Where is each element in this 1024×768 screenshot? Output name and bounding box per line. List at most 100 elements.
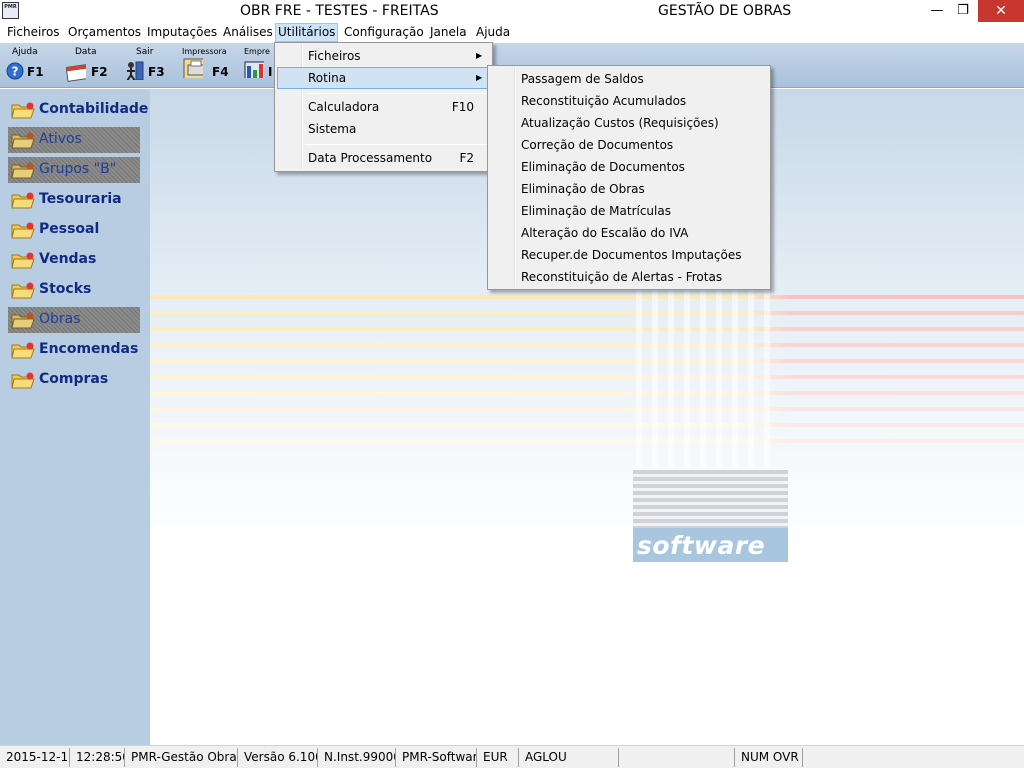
sidebar-item-label: Contabilidade (39, 101, 149, 117)
menu-item-label: Recuper.de Documentos Imputações (521, 248, 742, 262)
close-button[interactable]: ✕ (978, 0, 1024, 22)
menu-bar: Ficheiros Orçamentos Imputações Análises… (0, 22, 1024, 43)
sidebar-item-contabilidade[interactable]: Contabilidade (8, 97, 148, 123)
sidebar-item-compras[interactable]: Compras (8, 367, 140, 393)
menu-item-reconstituicao-acumulados[interactable]: Reconstituição Acumulados (490, 90, 768, 112)
menu-item-data-processamento[interactable]: Data Processamento F2 (277, 147, 490, 169)
status-time: 12:28:50 (70, 748, 125, 767)
printer-button[interactable]: Impressora F4 (182, 46, 232, 84)
menu-item-label: Data Processamento (308, 151, 433, 165)
background-bar (764, 284, 770, 474)
menu-item-recuperacao-documentos[interactable]: Recuper.de Documentos Imputações (490, 244, 768, 266)
background-bar (700, 284, 706, 474)
calendar-icon (66, 64, 86, 82)
menu-item-label: Reconstituição Acumulados (521, 94, 687, 108)
menu-item-rotina[interactable]: Rotina ▶ (277, 67, 490, 89)
menu-item-label: Ficheiros (308, 49, 361, 63)
menu-item-label: Sistema (308, 122, 357, 136)
menu-configuracao[interactable]: Configuração (342, 23, 426, 42)
sidebar-item-tesouraria[interactable]: Tesouraria (8, 187, 140, 213)
menu-ajuda[interactable]: Ajuda (474, 23, 512, 42)
menu-item-eliminacao-matriculas[interactable]: Eliminação de Matrículas (490, 200, 768, 222)
background-stripe (150, 295, 1024, 299)
background-bar (748, 284, 754, 474)
menu-item-label: Rotina (308, 71, 347, 85)
status-empty (619, 748, 735, 767)
menu-item-eliminacao-obras[interactable]: Eliminação de Obras (490, 178, 768, 200)
pmr-software-logo: software (633, 470, 788, 562)
folder-icon (11, 342, 35, 359)
menu-item-reconstituicao-alertas[interactable]: Reconstituição de Alertas - Frotas (490, 266, 768, 288)
date-key: F2 (91, 65, 108, 79)
folder-icon (11, 192, 35, 209)
status-installation: N.Inst.99000 (318, 748, 396, 767)
sidebar-item-label: Tesouraria (39, 191, 122, 207)
menu-utilitarios[interactable]: Utilitários (275, 23, 339, 42)
menu-imputacoes[interactable]: Imputações (145, 23, 219, 42)
rotina-submenu: Passagem de Saldos Reconstituição Acumul… (487, 65, 771, 290)
folder-icon (11, 252, 35, 269)
menu-item-alteracao-escalao-iva[interactable]: Alteração do Escalão do IVA (490, 222, 768, 244)
company-key: I (268, 65, 273, 79)
folder-icon (11, 102, 35, 119)
exit-button[interactable]: Sair F3 (124, 46, 168, 84)
sidebar-item-stocks[interactable]: Stocks (8, 277, 140, 303)
menu-orcamentos[interactable]: Orçamentos (66, 23, 143, 42)
menu-item-label: Calculadora (308, 100, 380, 114)
menu-item-calculadora[interactable]: Calculadora F10 (277, 96, 490, 118)
menu-janela[interactable]: Janela (428, 23, 469, 42)
status-bar: 2015-12-11 12:28:50 PMR-Gestão Obras Ver… (0, 745, 1024, 768)
printer-icon (183, 58, 203, 78)
menu-item-label: Atualização Custos (Requisições) (521, 116, 719, 130)
folder-icon (11, 372, 35, 389)
sidebar-item-label: Ativos (39, 131, 82, 147)
menu-ficheiros[interactable]: Ficheiros (5, 23, 62, 42)
sidebar-item-pessoal[interactable]: Pessoal (8, 217, 140, 243)
background-stripe (150, 439, 1024, 443)
company-button[interactable]: Empre I (244, 46, 274, 84)
utilitarios-dropdown: Ficheiros ▶ Rotina ▶ Calculadora F10 Sis… (274, 42, 493, 172)
menu-item-label: Eliminação de Obras (521, 182, 645, 196)
background-stripe (150, 375, 1024, 379)
background-bar (652, 284, 658, 474)
background-stripe (150, 359, 1024, 363)
status-user: AGLOU (519, 748, 619, 767)
folder-icon (11, 222, 35, 239)
printer-caption: Impressora (182, 47, 227, 56)
company-caption: Empre (244, 47, 270, 56)
sidebar-item-label: Grupos "B" (39, 161, 117, 177)
menu-item-label: Correção de Documentos (521, 138, 674, 152)
menu-analises[interactable]: Análises (221, 23, 275, 42)
status-vendor: PMR-Software (396, 748, 477, 767)
help-key: F1 (27, 65, 44, 79)
sidebar-item-label: Pessoal (39, 221, 100, 237)
app-icon[interactable]: PMR (2, 2, 19, 19)
menu-item-correcao-documentos[interactable]: Correção de Documentos (490, 134, 768, 156)
restore-button[interactable]: ❐ (948, 0, 978, 22)
menu-item-passagem-saldos[interactable]: Passagem de Saldos (490, 68, 768, 90)
sidebar-item-encomendas[interactable]: Encomendas (8, 337, 140, 363)
menu-item-ficheiros[interactable]: Ficheiros ▶ (277, 45, 490, 67)
background-bar (636, 284, 642, 474)
date-caption: Data (75, 47, 97, 57)
exit-caption: Sair (136, 47, 154, 57)
background-bar (732, 284, 738, 474)
status-app: PMR-Gestão Obras (125, 748, 238, 767)
menu-item-label: Passagem de Saldos (521, 72, 644, 86)
date-button[interactable]: Data F2 (64, 46, 112, 84)
sidebar-item-vendas[interactable]: Vendas (8, 247, 140, 273)
background-stripe (150, 343, 1024, 347)
menu-item-shortcut: F2 (459, 151, 474, 165)
sidebar: Contabilidade Ativos Grupos "B" Tesourar… (0, 89, 150, 745)
menu-item-eliminacao-documentos[interactable]: Eliminação de Documentos (490, 156, 768, 178)
exit-key: F3 (148, 65, 165, 79)
logo-text: software (637, 531, 766, 560)
submenu-arrow-icon: ▶ (476, 73, 483, 82)
svg-text:?: ? (12, 65, 19, 79)
menu-item-atualizacao-custos[interactable]: Atualização Custos (Requisições) (490, 112, 768, 134)
module-title: GESTÃO DE OBRAS (658, 3, 792, 19)
menu-item-sistema[interactable]: Sistema (277, 118, 490, 140)
background-stripe (150, 423, 1024, 427)
sidebar-item-grupos-b: Grupos "B" (8, 157, 140, 183)
help-button[interactable]: Ajuda ? F1 (4, 46, 48, 84)
